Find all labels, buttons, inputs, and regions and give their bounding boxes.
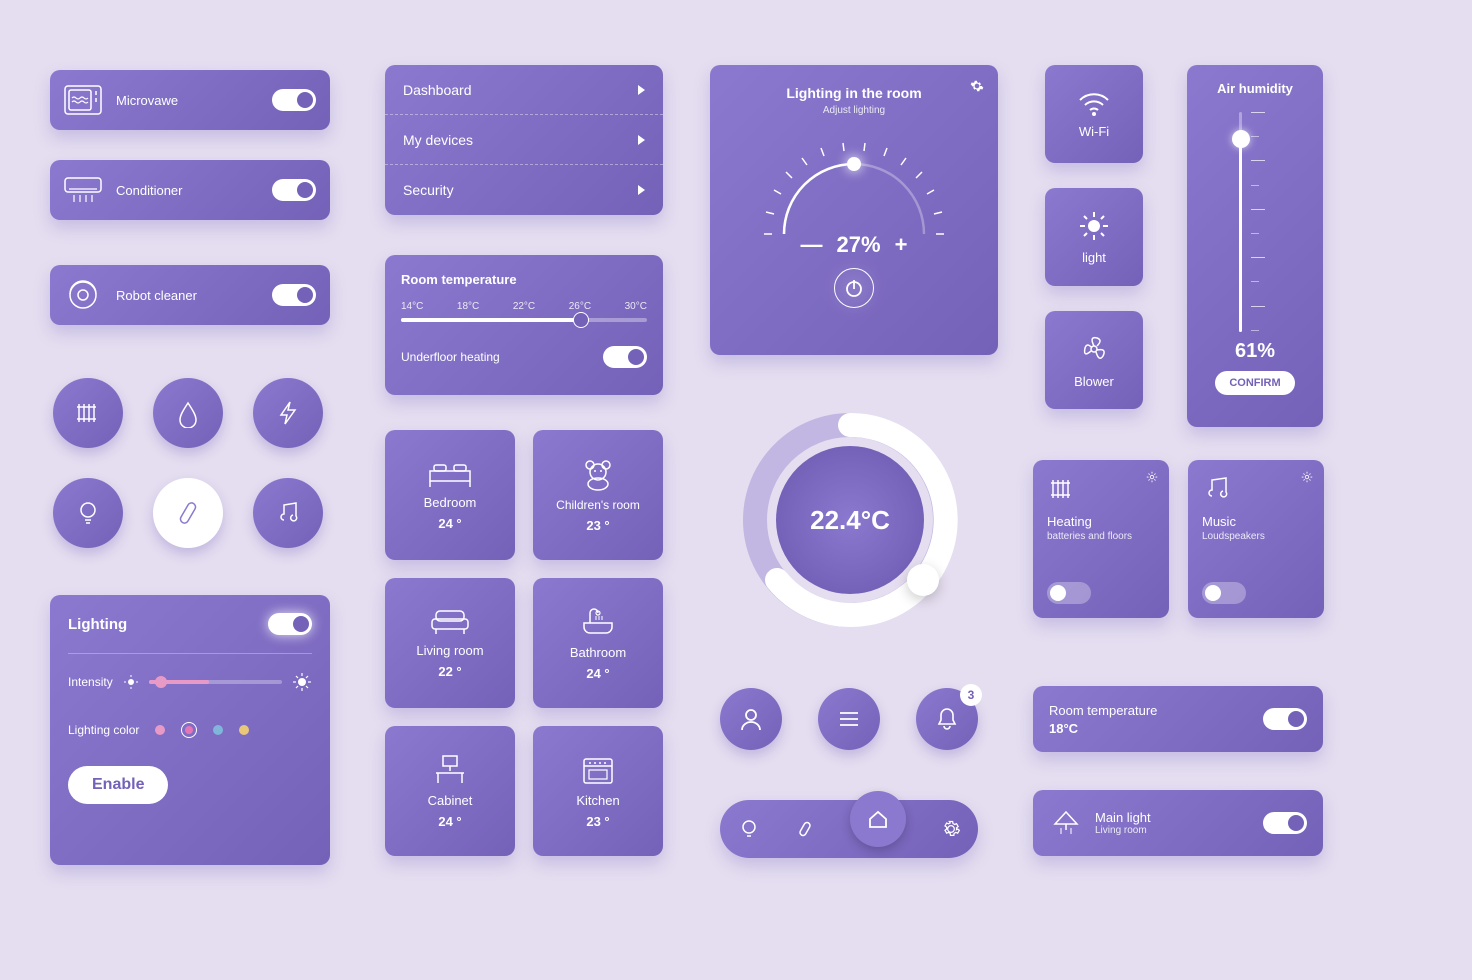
dial-gauge[interactable] xyxy=(754,124,954,244)
dial-value: 27% xyxy=(837,232,881,258)
menu-item-dashboard[interactable]: Dashboard xyxy=(385,65,663,115)
menu-icon-button[interactable] xyxy=(818,688,880,750)
lamp-icon xyxy=(1049,808,1083,838)
lighting-color-label: Lighting color xyxy=(68,723,139,737)
color-swatch-yellow[interactable] xyxy=(239,725,249,735)
music-note-icon xyxy=(1202,474,1232,504)
robot-toggle[interactable] xyxy=(272,284,316,306)
humidity-value: 61% xyxy=(1203,340,1307,363)
nav-pill xyxy=(720,800,978,858)
power-button[interactable] xyxy=(834,268,874,308)
roomtemp-title: Room temperature xyxy=(401,272,517,287)
chevron-right-icon xyxy=(638,185,645,195)
nav-gear-icon[interactable] xyxy=(941,819,961,839)
nav-home-icon[interactable] xyxy=(850,791,906,847)
bed-icon xyxy=(428,459,472,489)
dial-subtitle: Adjust lighting xyxy=(724,105,984,116)
humidity-slider[interactable] xyxy=(1225,112,1285,332)
ring-value: 22.4°C xyxy=(810,505,890,536)
device-conditioner-card[interactable]: Conditioner xyxy=(50,160,330,220)
room-temp-card: Room temperature 14°C 18°C 22°C 26°C 30°… xyxy=(385,255,663,395)
microwave-toggle[interactable] xyxy=(272,89,316,111)
sun-small-icon xyxy=(123,674,139,690)
music-icon-button[interactable] xyxy=(253,478,323,548)
humidity-card: Air humidity 61% CONFIRM xyxy=(1187,65,1323,427)
bell-icon-button[interactable]: 3 xyxy=(916,688,978,750)
music-toggle[interactable] xyxy=(1202,582,1246,604)
temp-ticks: 14°C 18°C 22°C 26°C 30°C xyxy=(401,301,647,312)
intensity-slider[interactable] xyxy=(149,680,282,684)
chevron-right-icon xyxy=(638,85,645,95)
underfloor-toggle[interactable] xyxy=(603,346,647,368)
blower-tile[interactable]: Blower xyxy=(1045,311,1143,409)
wifi-icon xyxy=(1077,90,1111,116)
notification-badge: 3 xyxy=(960,684,982,706)
nav-bulb-icon[interactable] xyxy=(738,818,760,840)
settings-icon[interactable] xyxy=(1145,470,1159,484)
intensity-label: Intensity xyxy=(68,675,113,689)
heating-tile: Heating batteries and floors xyxy=(1033,460,1169,618)
color-swatch-blue[interactable] xyxy=(213,725,223,735)
bottle-icon-button[interactable] xyxy=(153,478,223,548)
water-icon-button[interactable] xyxy=(153,378,223,448)
light-tile[interactable]: light xyxy=(1045,188,1143,286)
underfloor-label: Underfloor heating xyxy=(401,350,500,364)
device-microwave-card[interactable]: Microvawe xyxy=(50,70,330,130)
menu-item-devices[interactable]: My devices xyxy=(385,115,663,165)
lighting-panel: Lighting Intensity Lighting color Enable xyxy=(50,595,330,865)
profile-icon-button[interactable] xyxy=(720,688,782,750)
mainlight-bar[interactable]: Main light Living room xyxy=(1033,790,1323,856)
device-label: Conditioner xyxy=(116,183,183,198)
radiator-icon-button[interactable] xyxy=(53,378,123,448)
heating-toggle[interactable] xyxy=(1047,582,1091,604)
room-kitchen[interactable]: Kitchen 23 ° xyxy=(533,726,663,856)
music-tile: Music Loudspeakers xyxy=(1188,460,1324,618)
confirm-button[interactable]: CONFIRM xyxy=(1215,371,1294,395)
roomtemp-bar[interactable]: Room temperature 18°C xyxy=(1033,686,1323,752)
temp-slider[interactable] xyxy=(401,318,647,322)
conditioner-icon xyxy=(64,175,102,205)
lighting-dial-card: Lighting in the room Adjust lighting — 2… xyxy=(710,65,998,355)
color-swatch-pink[interactable] xyxy=(155,725,165,735)
lighting-title: Lighting xyxy=(68,616,127,633)
microwave-icon xyxy=(64,85,102,115)
room-cabinet[interactable]: Cabinet 24 ° xyxy=(385,726,515,856)
mainlight-toggle[interactable] xyxy=(1263,812,1307,834)
dial-minus[interactable]: — xyxy=(801,232,823,258)
sofa-icon xyxy=(428,607,472,637)
bath-icon xyxy=(580,605,616,639)
room-children[interactable]: Children's room 23 ° xyxy=(533,430,663,560)
device-label: Robot cleaner xyxy=(116,288,197,303)
wifi-tile[interactable]: Wi-Fi xyxy=(1045,65,1143,163)
device-label: Microvawe xyxy=(116,93,178,108)
room-living[interactable]: Living room 22 ° xyxy=(385,578,515,708)
desk-icon xyxy=(430,753,470,787)
roomtemp-toggle[interactable] xyxy=(1263,708,1307,730)
bulb-icon-button[interactable] xyxy=(53,478,123,548)
settings-icon[interactable] xyxy=(970,79,984,93)
room-bathroom[interactable]: Bathroom 24 ° xyxy=(533,578,663,708)
settings-icon[interactable] xyxy=(1300,470,1314,484)
sun-large-icon xyxy=(292,672,312,692)
conditioner-toggle[interactable] xyxy=(272,179,316,201)
teddy-icon xyxy=(580,458,616,492)
sun-icon xyxy=(1078,210,1110,242)
temperature-ring[interactable]: 22.4°C xyxy=(725,395,975,645)
enable-button[interactable]: Enable xyxy=(68,766,168,804)
menu-card: Dashboard My devices Security xyxy=(385,65,663,215)
fan-icon xyxy=(1077,332,1111,366)
energy-icon-button[interactable] xyxy=(253,378,323,448)
room-bedroom[interactable]: Bedroom 24 ° xyxy=(385,430,515,560)
chevron-right-icon xyxy=(638,135,645,145)
dial-plus[interactable]: + xyxy=(895,232,908,258)
radiator-icon xyxy=(1047,474,1077,504)
device-robot-card[interactable]: Robot cleaner xyxy=(50,265,330,325)
nav-bottle-icon[interactable] xyxy=(795,819,815,839)
robot-icon xyxy=(64,280,102,310)
menu-item-security[interactable]: Security xyxy=(385,165,663,215)
color-swatch-magenta[interactable] xyxy=(181,722,197,738)
oven-icon xyxy=(580,753,616,787)
lighting-toggle[interactable] xyxy=(268,613,312,635)
dial-title: Lighting in the room xyxy=(724,85,984,101)
